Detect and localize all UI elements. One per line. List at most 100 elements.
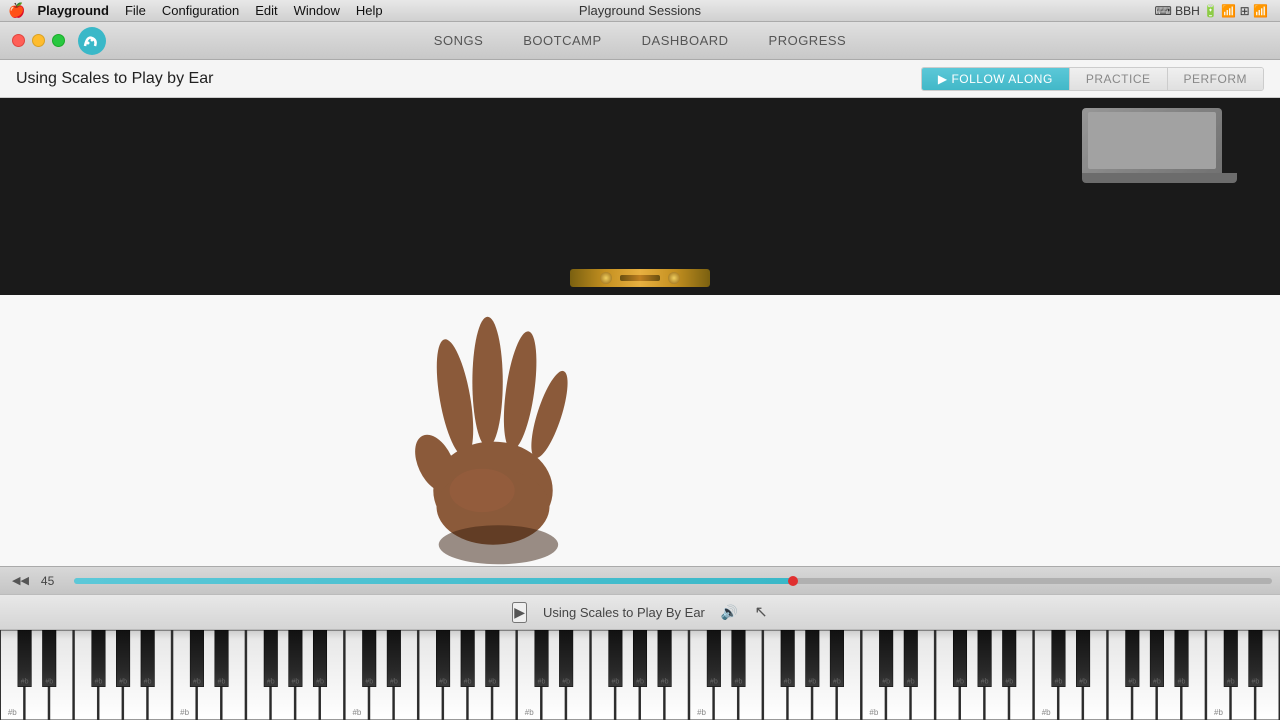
lesson-title: Using Scales to Play by Ear bbox=[16, 70, 213, 88]
svg-text:#b: #b bbox=[193, 679, 201, 686]
nav-dashboard[interactable]: DASHBOARD bbox=[622, 27, 749, 54]
svg-text:#b: #b bbox=[907, 679, 915, 686]
nav-bar: SONGS BOOTCAMP DASHBOARD PROGRESS bbox=[414, 27, 866, 54]
piano-decoration bbox=[570, 269, 710, 287]
menu-item-help[interactable]: Help bbox=[356, 3, 383, 18]
svg-text:#b: #b bbox=[1178, 679, 1186, 686]
svg-text:#b: #b bbox=[611, 679, 619, 686]
svg-text:#b: #b bbox=[390, 679, 398, 686]
mode-practice[interactable]: PRACTICE bbox=[1070, 68, 1168, 90]
cursor-icon: ↖ bbox=[754, 602, 767, 622]
progress-thumb[interactable] bbox=[788, 576, 798, 586]
nav-bootcamp[interactable]: BOOTCAMP bbox=[503, 27, 621, 54]
laptop bbox=[1082, 108, 1242, 188]
apple-logo[interactable]: 🍎 bbox=[8, 2, 25, 19]
video-frame: white keys rendered via JS below CCCCCCC… bbox=[0, 98, 1280, 566]
svg-text:#b: #b bbox=[316, 679, 324, 686]
laptop-lid bbox=[1082, 108, 1222, 173]
menu-bar-icons-text: ⌨ BBH 🔋 📶 ⊞ 📶 bbox=[1154, 4, 1268, 18]
progress-track[interactable] bbox=[74, 578, 1272, 584]
transport-song-name: Using Scales to Play By Ear bbox=[543, 605, 705, 620]
svg-text:#b: #b bbox=[525, 708, 534, 717]
svg-text:#b: #b bbox=[45, 679, 53, 686]
svg-text:#b: #b bbox=[365, 679, 373, 686]
svg-text:#b: #b bbox=[267, 679, 275, 686]
traffic-lights bbox=[12, 34, 65, 47]
svg-text:#b: #b bbox=[808, 679, 816, 686]
close-button[interactable] bbox=[12, 34, 25, 47]
hand-svg bbox=[333, 295, 653, 566]
scrubber-bar: ◀◀ 45 bbox=[0, 566, 1280, 594]
svg-text:#b: #b bbox=[784, 679, 792, 686]
svg-text:#b: #b bbox=[8, 708, 17, 717]
mac-menu-bar: 🍎 Playground File Configuration Edit Win… bbox=[0, 0, 1280, 22]
svg-text:#b: #b bbox=[1128, 679, 1136, 686]
mode-buttons: ▶ FOLLOW ALONG PRACTICE PERFORM bbox=[921, 67, 1264, 91]
svg-text:#b: #b bbox=[1214, 708, 1223, 717]
svg-text:#b: #b bbox=[1055, 679, 1063, 686]
deco-right bbox=[668, 272, 680, 284]
svg-text:#b: #b bbox=[697, 708, 706, 717]
svg-text:#b: #b bbox=[538, 679, 546, 686]
time-display: 45 bbox=[41, 574, 66, 588]
play-button[interactable]: ▶ bbox=[512, 602, 527, 623]
window-title: Playground Sessions bbox=[579, 3, 701, 18]
svg-text:#b: #b bbox=[1153, 679, 1161, 686]
svg-text:#b: #b bbox=[1251, 679, 1259, 686]
svg-text:#b: #b bbox=[661, 679, 669, 686]
progress-fill bbox=[74, 578, 793, 584]
svg-text:#b: #b bbox=[735, 679, 743, 686]
volume-button[interactable]: 🔊 bbox=[721, 604, 738, 621]
svg-text:#b: #b bbox=[352, 708, 361, 717]
svg-text:#b: #b bbox=[144, 679, 152, 686]
title-bar: SONGS BOOTCAMP DASHBOARD PROGRESS bbox=[0, 22, 1280, 60]
svg-text:#b: #b bbox=[95, 679, 103, 686]
menu-item-configuration[interactable]: Configuration bbox=[162, 3, 239, 18]
svg-text:#b: #b bbox=[291, 679, 299, 686]
svg-text:#b: #b bbox=[636, 679, 644, 686]
deco-center bbox=[620, 275, 660, 281]
svg-text:#b: #b bbox=[218, 679, 226, 686]
nav-songs[interactable]: SONGS bbox=[414, 27, 503, 54]
minimize-button[interactable] bbox=[32, 34, 45, 47]
lesson-header: Using Scales to Play by Ear ▶ FOLLOW ALO… bbox=[0, 60, 1280, 98]
laptop-screen bbox=[1088, 112, 1216, 169]
app-logo bbox=[77, 26, 107, 56]
svg-text:#b: #b bbox=[710, 679, 718, 686]
svg-text:#b: #b bbox=[21, 679, 29, 686]
maximize-button[interactable] bbox=[52, 34, 65, 47]
svg-text:#b: #b bbox=[488, 679, 496, 686]
piano-top-section bbox=[0, 98, 1280, 295]
video-area: white keys rendered via JS below CCCCCCC… bbox=[0, 98, 1280, 566]
deco-left bbox=[600, 272, 612, 284]
play-icon: ▶ bbox=[938, 72, 952, 86]
menu-item-edit[interactable]: Edit bbox=[255, 3, 277, 18]
svg-text:#b: #b bbox=[981, 679, 989, 686]
svg-text:#b: #b bbox=[1227, 679, 1235, 686]
svg-text:#b: #b bbox=[882, 679, 890, 686]
menu-bar-right-icons: ⌨ BBH 🔋 📶 ⊞ 📶 bbox=[1154, 4, 1268, 18]
menu-item-playground[interactable]: Playground bbox=[37, 3, 109, 18]
svg-text:#b: #b bbox=[439, 679, 447, 686]
transport-bar: ▶ Using Scales to Play By Ear 🔊 ↖ bbox=[0, 594, 1280, 630]
svg-text:#b: #b bbox=[956, 679, 964, 686]
mode-perform[interactable]: PERFORM bbox=[1168, 68, 1264, 90]
bottom-piano-svg: #b #b #b #b #b #b #b #b #b #b #b #b #b #b #b #b #b #b #b #b… bbox=[0, 630, 1280, 720]
nav-progress[interactable]: PROGRESS bbox=[749, 27, 867, 54]
menu-item-file[interactable]: File bbox=[125, 3, 146, 18]
video-piano-keys: white keys rendered via JS below CCCCCCC… bbox=[0, 295, 1280, 566]
menu-items: Playground File Configuration Edit Windo… bbox=[37, 3, 382, 18]
laptop-base bbox=[1082, 173, 1237, 183]
hand-overlay bbox=[333, 295, 653, 566]
svg-text:#b: #b bbox=[119, 679, 127, 686]
svg-text:#b: #b bbox=[1005, 679, 1013, 686]
svg-text:#b: #b bbox=[464, 679, 472, 686]
menu-item-window[interactable]: Window bbox=[294, 3, 340, 18]
svg-text:#b: #b bbox=[180, 708, 189, 717]
svg-text:#b: #b bbox=[562, 679, 570, 686]
app-window: SONGS BOOTCAMP DASHBOARD PROGRESS Using … bbox=[0, 22, 1280, 720]
rewind-button[interactable]: ◀◀ bbox=[8, 572, 33, 589]
svg-text:#b: #b bbox=[869, 708, 878, 717]
mode-follow-along[interactable]: ▶ FOLLOW ALONG bbox=[922, 68, 1070, 90]
svg-text:#b: #b bbox=[1042, 708, 1051, 717]
